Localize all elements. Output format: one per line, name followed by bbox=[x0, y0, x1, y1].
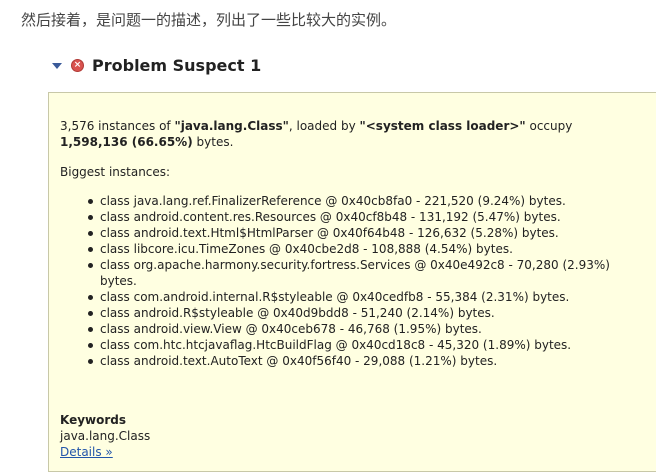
suspect-details-panel: 3,576 instances of "java.lang.Class", lo… bbox=[48, 92, 656, 472]
suspect-title: Problem Suspect 1 bbox=[92, 56, 262, 75]
suspect-header: × Problem Suspect 1 bbox=[52, 56, 261, 75]
bytes-occupied: 1,598,136 (66.65%) bbox=[60, 135, 193, 149]
summary-fragment: occupy bbox=[525, 119, 573, 133]
list-item: class android.text.Html$HtmlParser @ 0x4… bbox=[60, 225, 620, 241]
class-loader: "<system class loader>" bbox=[359, 119, 526, 133]
class-name: "java.lang.Class" bbox=[174, 119, 289, 133]
list-item: class org.apache.harmony.security.fortre… bbox=[60, 257, 620, 289]
keywords-label: Keywords bbox=[60, 413, 127, 427]
biggest-instances-label: Biggest instances: bbox=[60, 165, 171, 179]
list-item: class com.htc.htcjavaflag.HtcBuildFlag @… bbox=[60, 337, 620, 353]
summary-text: 3,576 instances of "java.lang.Class", lo… bbox=[60, 118, 650, 150]
intro-text: 然后接着，是问题一的描述，列出了一些比较大的实例。 bbox=[21, 11, 397, 29]
list-item: class com.android.internal.R$styleable @… bbox=[60, 289, 620, 305]
list-item: class java.lang.ref.FinalizerReference @… bbox=[60, 193, 620, 209]
instance-count: 3,576 bbox=[60, 119, 95, 133]
list-item: class android.content.res.Resources @ 0x… bbox=[60, 209, 620, 225]
list-item: class android.view.View @ 0x40ceb678 - 4… bbox=[60, 321, 620, 337]
collapse-toggle-icon[interactable] bbox=[52, 62, 62, 69]
summary-fragment: , loaded by bbox=[288, 119, 360, 133]
keywords-value: java.lang.Class bbox=[60, 429, 151, 443]
summary-fragment: instances of bbox=[94, 119, 175, 133]
list-item: class android.text.AutoText @ 0x40f56f40… bbox=[60, 353, 620, 369]
instances-list: class java.lang.ref.FinalizerReference @… bbox=[60, 193, 620, 369]
details-link[interactable]: Details » bbox=[60, 445, 113, 459]
list-item: class libcore.icu.TimeZones @ 0x40cbe2d8… bbox=[60, 241, 620, 257]
summary-fragment: bytes. bbox=[192, 135, 234, 149]
error-icon: × bbox=[71, 59, 84, 72]
list-item: class android.R$styleable @ 0x40d9bdd8 -… bbox=[60, 305, 620, 321]
